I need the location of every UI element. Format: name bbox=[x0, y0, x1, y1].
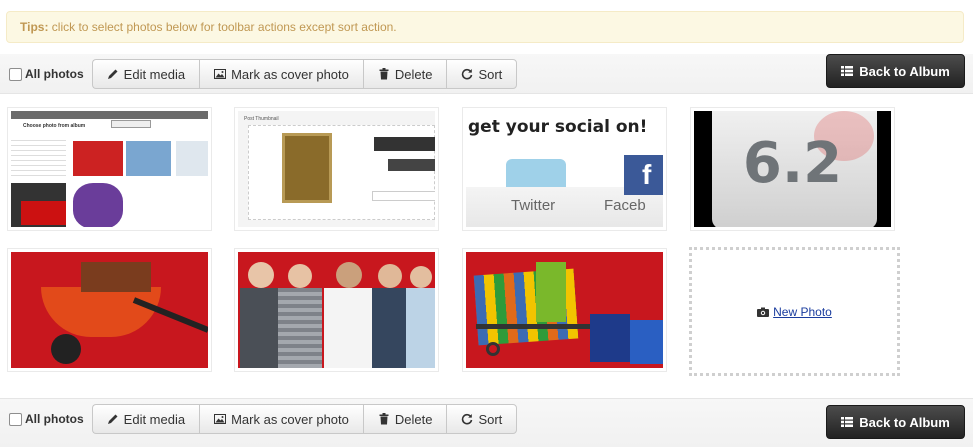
new-photo-link[interactable]: New Photo bbox=[757, 305, 832, 319]
select-all-checkbox[interactable]: All photos bbox=[9, 67, 84, 81]
select-all-checkbox[interactable]: All photos bbox=[9, 412, 84, 426]
back-to-album-label: Back to Album bbox=[859, 63, 950, 79]
mark-cover-button[interactable]: Mark as cover photo bbox=[199, 404, 363, 434]
refresh-icon bbox=[462, 413, 473, 425]
new-photo-dropzone[interactable]: New Photo bbox=[689, 247, 900, 376]
toolbar-bottom: All photos Edit media Mark as cover phot… bbox=[0, 398, 973, 447]
list-icon bbox=[841, 417, 854, 427]
toolbar-bottom-controls: All photos Edit media Mark as cover phot… bbox=[0, 404, 518, 434]
tips-alert: Tips: click to select photos below for t… bbox=[6, 11, 964, 43]
photo-caption: Post Thumbnail bbox=[244, 116, 279, 122]
mark-cover-button[interactable]: Mark as cover photo bbox=[199, 59, 363, 89]
edit-media-label: Edit media bbox=[123, 66, 186, 82]
edit-media-label: Edit media bbox=[123, 411, 186, 427]
trash-icon bbox=[379, 413, 389, 425]
photo-thumb[interactable]: Post Thumbnail bbox=[234, 107, 439, 231]
new-photo-label: New Photo bbox=[773, 304, 832, 319]
back-to-album-button[interactable]: Back to Album bbox=[826, 54, 965, 88]
tips-label: Tips: bbox=[20, 20, 49, 34]
picture-icon bbox=[214, 69, 227, 79]
toolbar-top-controls: All photos Edit media Mark as cover phot… bbox=[0, 59, 518, 89]
photo-caption: Choose photo from album bbox=[23, 123, 86, 129]
list-icon bbox=[841, 66, 854, 76]
back-to-album-button[interactable]: Back to Album bbox=[826, 405, 965, 439]
photo-thumb[interactable]: 6.2 bbox=[690, 107, 895, 231]
refresh-icon bbox=[462, 68, 473, 80]
action-button-group: Edit media Mark as cover photo Delete So… bbox=[91, 59, 518, 89]
photo-image: Choose photo from album bbox=[11, 111, 208, 227]
edit-media-button[interactable]: Edit media bbox=[91, 404, 200, 434]
photo-image bbox=[466, 252, 663, 368]
delete-button[interactable]: Delete bbox=[362, 59, 447, 89]
sort-label: Sort bbox=[478, 66, 503, 82]
photo-image bbox=[11, 252, 208, 368]
sort-label: Sort bbox=[478, 411, 503, 427]
back-to-album-label: Back to Album bbox=[859, 414, 950, 430]
photo-caption: 6.2 bbox=[742, 131, 843, 196]
trash-icon bbox=[379, 68, 389, 80]
photo-caption: get your social on! bbox=[468, 117, 648, 137]
pencil-icon bbox=[107, 414, 118, 424]
photo-image: get your social on! Twitter f Faceb bbox=[466, 111, 663, 227]
photo-thumb[interactable] bbox=[462, 248, 667, 372]
delete-label: Delete bbox=[394, 66, 433, 82]
picture-icon bbox=[214, 414, 227, 424]
mark-cover-label: Mark as cover photo bbox=[231, 411, 349, 427]
photo-image: 6.2 bbox=[694, 111, 891, 227]
photo-sub1: Twitter bbox=[511, 197, 556, 214]
photo-image: Post Thumbnail bbox=[238, 111, 435, 227]
all-photos-label: All photos bbox=[25, 67, 84, 81]
photo-image bbox=[238, 252, 435, 368]
photo-thumb[interactable] bbox=[234, 248, 439, 372]
pencil-icon bbox=[107, 69, 118, 79]
mark-cover-label: Mark as cover photo bbox=[231, 66, 349, 82]
camera-icon bbox=[757, 307, 770, 317]
all-photos-label: All photos bbox=[25, 412, 84, 426]
sort-button[interactable]: Sort bbox=[446, 404, 518, 434]
photo-sub2: Faceb bbox=[604, 197, 646, 214]
photo-thumb[interactable]: get your social on! Twitter f Faceb bbox=[462, 107, 667, 231]
delete-button[interactable]: Delete bbox=[362, 404, 447, 434]
photo-thumb[interactable] bbox=[7, 248, 212, 372]
edit-media-button[interactable]: Edit media bbox=[91, 59, 200, 89]
tips-text: click to select photos below for toolbar… bbox=[48, 20, 397, 34]
checkbox-icon[interactable] bbox=[9, 67, 22, 81]
checkbox-icon[interactable] bbox=[9, 412, 22, 426]
action-button-group: Edit media Mark as cover photo Delete So… bbox=[91, 404, 518, 434]
photo-thumb[interactable]: Choose photo from album bbox=[7, 107, 212, 231]
sort-button[interactable]: Sort bbox=[446, 59, 518, 89]
delete-label: Delete bbox=[394, 411, 433, 427]
toolbar-top: All photos Edit media Mark as cover phot… bbox=[0, 54, 973, 94]
